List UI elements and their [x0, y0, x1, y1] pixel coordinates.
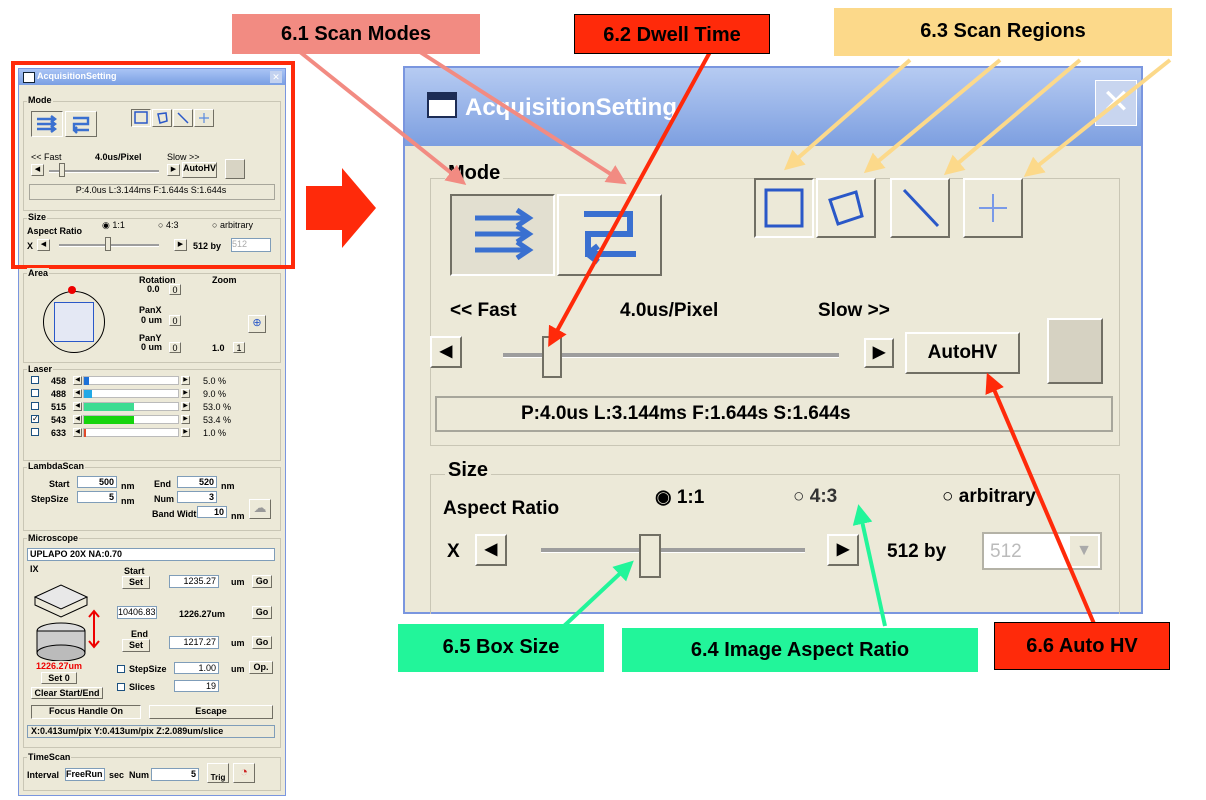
callout-box-size: 6.5 Box Size	[398, 624, 604, 672]
callout-scan-modes: 6.1 Scan Modes	[232, 14, 480, 54]
dwell-time-arrow	[548, 51, 712, 348]
callout-arrows	[298, 50, 1172, 628]
aspect-ratio-arrow	[852, 504, 887, 627]
scan-modes-arrow	[298, 50, 467, 185]
callout-auto-hv: 6.6 Auto HV	[994, 622, 1170, 670]
scan-modes-arrow-2	[418, 50, 627, 185]
box-size-arrow	[562, 560, 634, 628]
scan-regions-arrow-3	[943, 58, 1082, 176]
callout-scan-regions: 6.3 Scan Regions	[834, 8, 1172, 56]
scan-regions-arrow-4	[1023, 58, 1172, 177]
callout-dwell-time: 6.2 Dwell Time	[574, 14, 770, 54]
auto-hv-arrow	[985, 372, 1097, 627]
callout-aspect-ratio: 6.4 Image Aspect Ratio	[622, 628, 978, 672]
